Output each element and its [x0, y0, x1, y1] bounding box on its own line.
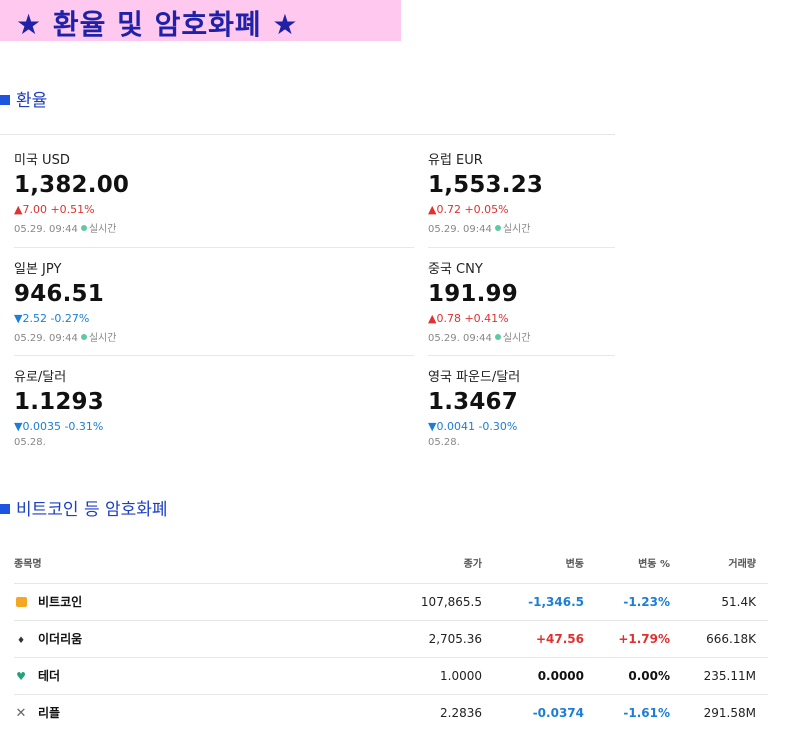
crypto-name-cell[interactable]: ♦ 이더리움 — [14, 621, 82, 658]
crypto-volume: 666.18K — [706, 632, 756, 646]
table-row[interactable]: ♥ 테더 1.0000 0.0000 0.00% 235.11M — [14, 657, 768, 695]
crypto-change: -0.0374 — [532, 706, 584, 720]
crypto-volume: 235.11M — [703, 669, 756, 683]
crypto-table-header: 종목명 종가 변동 변동 % 거래량 — [14, 546, 768, 583]
rate-name: 영국 파운드/달러 — [428, 370, 521, 385]
exchange-heading-text: 환율 — [16, 91, 48, 111]
live-dot-icon — [494, 334, 501, 340]
rate-value: 1,382.00 — [14, 172, 130, 198]
rate-meta: 05.29. 09:44 실시간 — [428, 220, 788, 235]
divider — [14, 355, 414, 356]
square-bullet-icon — [0, 95, 10, 105]
rate-change: ▲7.00 +0.51% — [14, 203, 95, 216]
tether-icon: ♥ — [16, 670, 26, 683]
crypto-pct: -1.61% — [623, 706, 670, 720]
crypto-price: 2,705.36 — [428, 632, 482, 646]
rate-meta: 05.28. — [14, 437, 414, 448]
live-dot-icon — [80, 334, 87, 340]
live-dot-icon — [80, 225, 87, 231]
rate-meta: 05.29. 09:44 실시간 — [428, 329, 788, 344]
table-row[interactable]: ✕ 리플 2.2836 -0.0374 -1.61% 291.58M — [14, 694, 768, 732]
rate-live: 실시간 — [88, 224, 117, 235]
crypto-name-cell[interactable]: ✕ 리플 — [14, 695, 61, 732]
col-header-pct[interactable]: 변동 % — [638, 546, 670, 583]
col-header-volume[interactable]: 거래량 — [728, 546, 756, 583]
rate-meta: 05.28. — [428, 437, 788, 448]
rate-name: 유로/달러 — [14, 370, 67, 385]
rate-live: 실시간 — [502, 224, 531, 235]
rate-meta: 05.29. 09:44 실시간 — [14, 220, 414, 235]
rate-card-eurusd[interactable]: 유로/달러 1.1293 ▼0.0035 -0.31% 05.28. — [14, 366, 414, 448]
rate-card-jpy[interactable]: 일본 JPY 946.51 ▼2.52 -0.27% 05.29. 09:44 실… — [14, 258, 414, 344]
col-header-change[interactable]: 변동 — [566, 546, 584, 583]
crypto-name: 리플 — [38, 706, 61, 720]
rate-time: 05.29. 09:44 — [428, 224, 492, 235]
crypto-volume: 291.58M — [703, 706, 756, 720]
bitcoin-icon — [14, 585, 28, 622]
crypto-change: -1,346.5 — [528, 595, 584, 609]
rate-live: 실시간 — [502, 333, 531, 344]
rate-time: 05.29. 09:44 — [14, 224, 78, 235]
rate-card-gbpusd[interactable]: 영국 파운드/달러 1.3467 ▼0.0041 -0.30% 05.28. — [428, 366, 788, 448]
rate-name: 유럽 EUR — [428, 153, 483, 168]
ethereum-icon: ♦ — [16, 636, 26, 646]
crypto-name-cell[interactable]: 비트코인 — [14, 584, 82, 621]
ripple-icon: ✕ — [15, 706, 27, 721]
col-header-price[interactable]: 종가 — [464, 546, 482, 583]
crypto-name: 테더 — [38, 669, 61, 683]
rate-change: ▼0.0035 -0.31% — [14, 420, 104, 433]
rate-value: 1.1293 — [14, 389, 104, 415]
crypto-price: 107,865.5 — [420, 595, 482, 609]
exchange-section-heading: 환율 — [0, 86, 47, 111]
crypto-price: 1.0000 — [440, 669, 482, 683]
crypto-pct: -1.23% — [623, 595, 670, 609]
rate-live: 실시간 — [88, 333, 117, 344]
rate-name: 일본 JPY — [14, 262, 62, 277]
crypto-pct: 0.00% — [628, 669, 670, 683]
divider — [428, 247, 615, 248]
rate-time: 05.28. — [14, 437, 46, 448]
rate-time: 05.29. 09:44 — [428, 333, 492, 344]
crypto-pct: +1.79% — [618, 632, 670, 646]
title-banner: ★ 환율 및 암호화폐 ★ — [0, 0, 401, 41]
crypto-section-heading: 비트코인 등 암호화폐 — [0, 495, 168, 520]
rate-meta: 05.29. 09:44 실시간 — [14, 329, 414, 344]
crypto-heading-text: 비트코인 등 암호화폐 — [16, 500, 168, 520]
crypto-name: 비트코인 — [38, 595, 83, 609]
crypto-name-cell[interactable]: ♥ 테더 — [14, 658, 60, 695]
col-header-name[interactable]: 종목명 — [14, 546, 42, 583]
table-row[interactable]: ♦ 이더리움 2,705.36 +47.56 +1.79% 666.18K — [14, 620, 768, 658]
square-bullet-icon — [0, 504, 10, 514]
divider — [14, 247, 414, 248]
rate-value: 946.51 — [14, 281, 104, 307]
crypto-price: 2.2836 — [440, 706, 482, 720]
rate-change: ▼0.0041 -0.30% — [428, 420, 518, 433]
divider — [0, 134, 615, 135]
rate-value: 1,553.23 — [428, 172, 544, 198]
rate-name: 중국 CNY — [428, 262, 483, 277]
rate-card-eur[interactable]: 유럽 EUR 1,553.23 ▲0.72 +0.05% 05.29. 09:4… — [428, 149, 788, 235]
rate-time: 05.29. 09:44 — [14, 333, 78, 344]
rate-card-usd[interactable]: 미국 USD 1,382.00 ▲7.00 +0.51% 05.29. 09:4… — [14, 149, 414, 235]
rate-change: ▲0.78 +0.41% — [428, 312, 509, 325]
rate-change: ▼2.52 -0.27% — [14, 312, 90, 325]
live-dot-icon — [494, 225, 501, 231]
rate-time: 05.28. — [428, 437, 460, 448]
page-title: ★ 환율 및 암호화폐 ★ — [16, 8, 299, 41]
rate-change: ▲0.72 +0.05% — [428, 203, 509, 216]
rate-value: 191.99 — [428, 281, 518, 307]
rate-card-cny[interactable]: 중국 CNY 191.99 ▲0.78 +0.41% 05.29. 09:44 실… — [428, 258, 788, 344]
crypto-volume: 51.4K — [721, 595, 756, 609]
rate-name: 미국 USD — [14, 153, 70, 168]
rate-value: 1.3467 — [428, 389, 518, 415]
crypto-change: +47.56 — [535, 632, 584, 646]
divider — [428, 355, 615, 356]
table-row[interactable]: 비트코인 107,865.5 -1,346.5 -1.23% 51.4K — [14, 583, 768, 621]
crypto-change: 0.0000 — [537, 669, 584, 683]
crypto-name: 이더리움 — [38, 632, 83, 646]
